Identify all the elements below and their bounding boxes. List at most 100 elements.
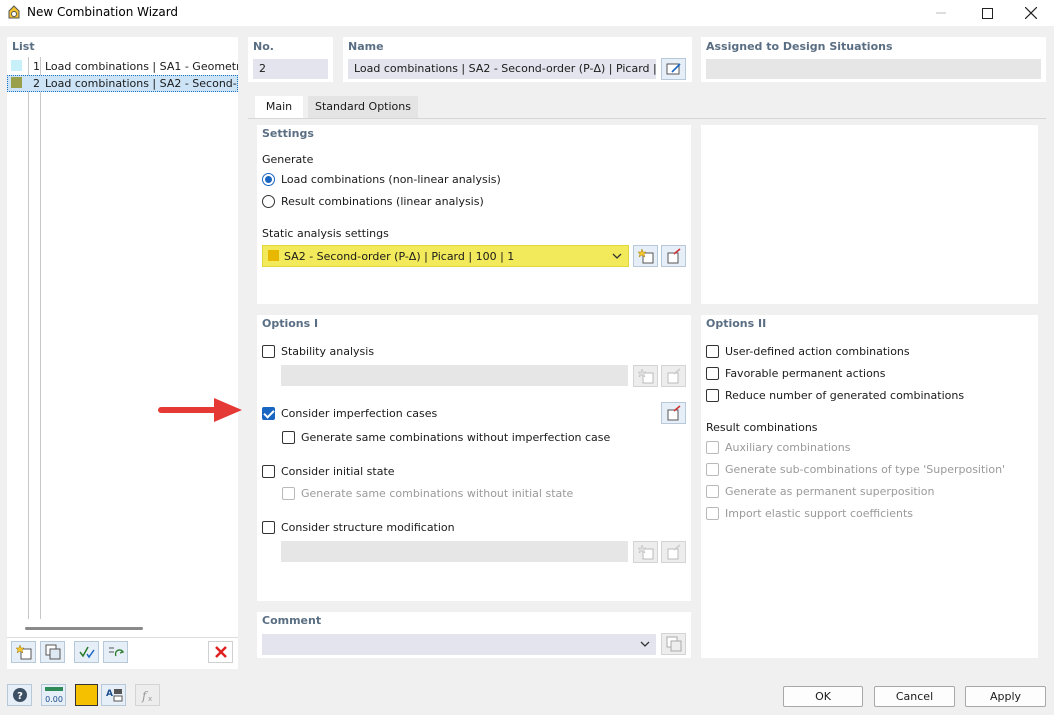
list-header: List <box>12 40 35 53</box>
user-defined-checkbox[interactable] <box>706 345 719 358</box>
list-item-selected[interactable]: 2 Load combinations | SA2 - Second-order… <box>7 75 238 92</box>
radio-load-combinations[interactable] <box>262 173 275 186</box>
static-analysis-select[interactable]: SA2 - Second-order (P-Δ) | Picard | 100 … <box>262 245 629 267</box>
svg-text:A: A <box>106 689 113 699</box>
elastic-support-label[interactable]: Import elastic support coefficients <box>725 507 913 520</box>
color-swatch <box>268 250 279 261</box>
reduce-number-label[interactable]: Reduce number of generated combinations <box>725 389 964 402</box>
elastic-support-checkbox[interactable] <box>706 507 719 520</box>
renumber-icon <box>108 647 124 657</box>
copy-icon <box>45 644 60 660</box>
stability-label[interactable]: Stability analysis <box>281 345 374 358</box>
imperfection-sub-label[interactable]: Generate same combinations without imper… <box>301 431 610 444</box>
svg-text:x: x <box>148 695 152 703</box>
new-item-icon <box>15 644 31 660</box>
sub-combinations-checkbox[interactable] <box>706 463 719 476</box>
number-group: No. 2 <box>248 37 333 82</box>
formula-button[interactable]: fx <box>135 684 160 706</box>
options-i-group: Options I Stability analysis Consider im… <box>257 315 691 601</box>
edit-structure-modification-button[interactable] <box>661 541 686 563</box>
list-item-number: 1 <box>33 60 40 73</box>
radio-result-combinations-label[interactable]: Result combinations (linear analysis) <box>281 195 484 208</box>
name-field[interactable]: Load combinations | SA2 - Second-order (… <box>348 59 656 79</box>
list-item-label: Load combinations | SA1 - Geometrically … <box>45 60 238 73</box>
list-item[interactable]: 1 Load combinations | SA1 - Geometricall… <box>7 58 238 75</box>
imperfection-checkbox[interactable] <box>262 407 275 420</box>
title-bar: New Combination Wizard <box>0 0 1054 26</box>
new-stability-button[interactable] <box>633 365 658 387</box>
check-button[interactable] <box>74 641 99 663</box>
options-i-title: Options I <box>262 317 319 330</box>
window-title: New Combination Wizard <box>27 5 179 19</box>
list-divider <box>40 57 41 619</box>
tab-main[interactable]: Main <box>255 96 303 118</box>
initial-state-label[interactable]: Consider initial state <box>281 465 395 478</box>
new-item-button[interactable] <box>11 641 36 663</box>
color-swatch <box>11 77 22 88</box>
units-value: 0.00 <box>45 695 63 704</box>
structure-modification-checkbox[interactable] <box>262 521 275 534</box>
assigned-field[interactable] <box>706 59 1041 79</box>
delete-button[interactable] <box>208 641 233 663</box>
ok-button[interactable]: OK <box>783 686 863 707</box>
maximize-icon <box>981 7 993 19</box>
favorable-permanent-checkbox[interactable] <box>706 367 719 380</box>
edit-name-button[interactable] <box>661 58 686 80</box>
edit-settings-icon <box>667 368 681 384</box>
structure-modification-field <box>281 541 628 562</box>
color-button[interactable] <box>75 684 98 706</box>
auxiliary-checkbox[interactable] <box>706 441 719 454</box>
edit-settings-icon <box>667 248 681 264</box>
tab-standard-options[interactable]: Standard Options <box>308 96 418 118</box>
list-panel: List 1 Load combinations | SA1 - Geometr… <box>7 37 238 669</box>
static-analysis-label: Static analysis settings <box>262 227 389 240</box>
stability-checkbox[interactable] <box>262 345 275 358</box>
favorable-permanent-label[interactable]: Favorable permanent actions <box>725 367 886 380</box>
comment-copy-button[interactable] <box>661 633 686 655</box>
new-static-analysis-button[interactable] <box>633 245 658 267</box>
text-format-button[interactable]: A <box>101 684 126 706</box>
radio-result-combinations[interactable] <box>262 195 275 208</box>
list-item-label: Load combinations | SA2 - Second-order (… <box>45 77 237 90</box>
initial-state-sub-checkbox[interactable] <box>282 487 295 500</box>
comment-select[interactable] <box>262 634 656 655</box>
permanent-superposition-checkbox[interactable] <box>706 485 719 498</box>
renumber-button[interactable] <box>103 641 128 663</box>
copy-item-button[interactable] <box>40 641 65 663</box>
assigned-group: Assigned to Design Situations <box>701 37 1046 82</box>
horizontal-scrollbar[interactable] <box>25 627 143 630</box>
list-divider <box>7 637 238 638</box>
number-field[interactable]: 2 <box>253 59 328 79</box>
list-divider <box>28 57 29 619</box>
permanent-superposition-label[interactable]: Generate as permanent superposition <box>725 485 934 498</box>
edit-static-analysis-button[interactable] <box>661 245 686 267</box>
close-button[interactable] <box>1008 0 1054 26</box>
structure-modification-label[interactable]: Consider structure modification <box>281 521 455 534</box>
new-structure-modification-button[interactable] <box>633 541 658 563</box>
maximize-button[interactable] <box>964 0 1010 26</box>
comment-title: Comment <box>262 614 322 627</box>
assigned-label: Assigned to Design Situations <box>706 40 893 53</box>
radio-load-combinations-label[interactable]: Load combinations (non-linear analysis) <box>281 173 501 186</box>
edit-imperfection-button[interactable] <box>661 402 686 424</box>
new-item-icon <box>637 248 653 264</box>
edit-settings-icon <box>667 544 681 560</box>
minimize-button[interactable] <box>918 0 964 26</box>
units-button[interactable]: 0.00 <box>41 684 66 706</box>
imperfection-sub-checkbox[interactable] <box>282 431 295 444</box>
sub-combinations-label[interactable]: Generate sub-combinations of type 'Super… <box>725 463 1005 476</box>
initial-state-checkbox[interactable] <box>262 465 275 478</box>
decimal-places-icon: 0.00 <box>44 687 63 704</box>
initial-state-sub-label[interactable]: Generate same combinations without initi… <box>301 487 573 500</box>
copy-icon <box>666 636 681 652</box>
help-button[interactable]: ? <box>7 684 32 706</box>
auxiliary-label[interactable]: Auxiliary combinations <box>725 441 851 454</box>
reduce-number-checkbox[interactable] <box>706 389 719 402</box>
name-label: Name <box>348 40 384 53</box>
cancel-button[interactable]: Cancel <box>874 686 955 707</box>
apply-button[interactable]: Apply <box>965 686 1046 707</box>
edit-stability-button[interactable] <box>661 365 686 387</box>
user-defined-label[interactable]: User-defined action combinations <box>725 345 910 358</box>
imperfection-label[interactable]: Consider imperfection cases <box>281 407 437 420</box>
formula-icon: fx <box>141 689 152 703</box>
